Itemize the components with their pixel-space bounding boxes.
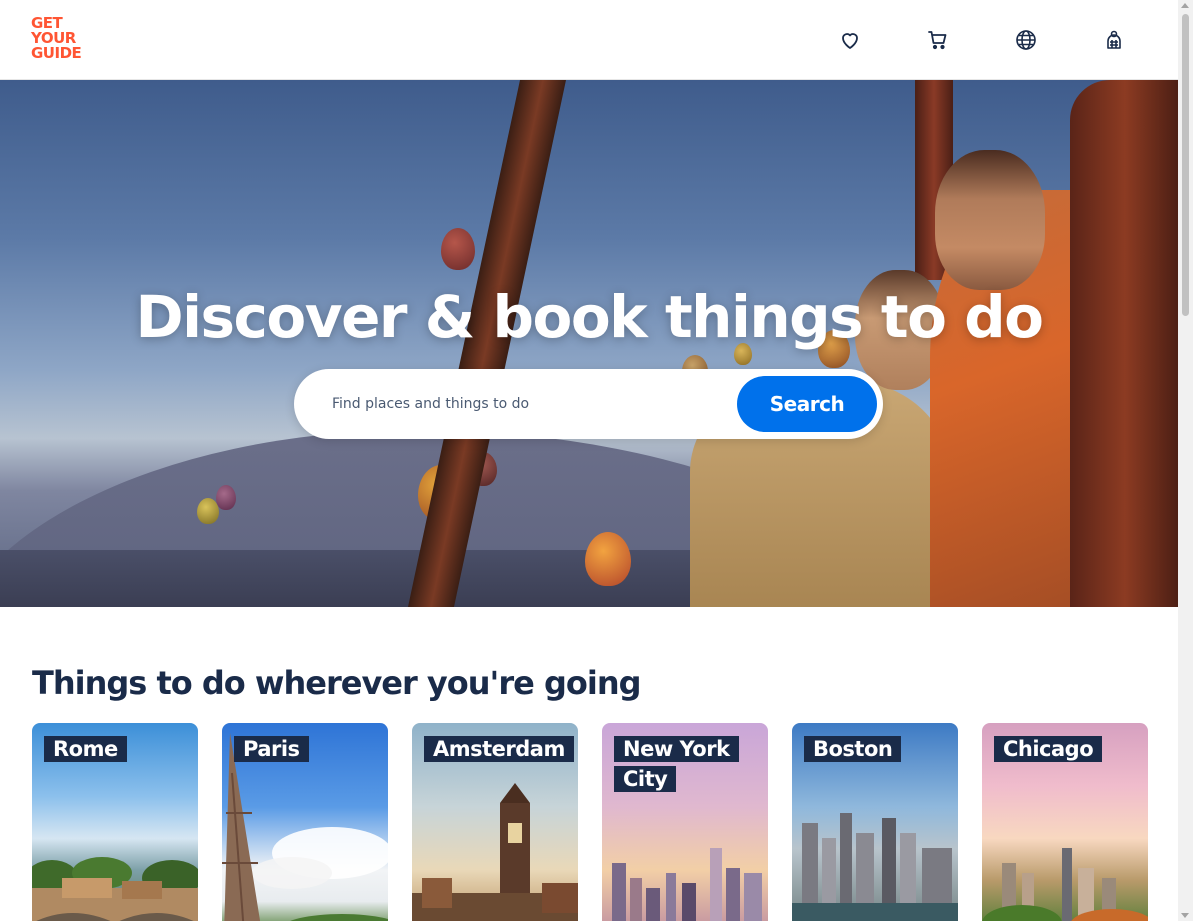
cart-icon	[928, 31, 947, 50]
language-button[interactable]	[1010, 24, 1042, 56]
amsterdam-photo	[412, 783, 578, 921]
heart-icon	[842, 33, 858, 49]
search-bar: Search	[294, 369, 883, 439]
destination-card-rome[interactable]: Rome	[32, 723, 198, 921]
destination-label: Boston	[804, 734, 902, 764]
destination-label: Amsterdam	[424, 734, 574, 764]
getyourguide-logo[interactable]: GET YOUR GUIDE	[31, 16, 91, 64]
boston-photo	[792, 813, 958, 921]
search-button[interactable]: Search	[737, 376, 877, 432]
site-header: GET YOUR GUIDE	[0, 0, 1178, 80]
destination-card-amsterdam[interactable]: Amsterdam	[412, 723, 578, 921]
destination-label: Chicago	[994, 734, 1103, 764]
destination-card-paris[interactable]: Paris	[222, 723, 388, 921]
hero-title: Discover & book things to do	[135, 283, 1044, 351]
scroll-down-arrow-icon[interactable]	[1181, 913, 1189, 918]
destination-label: Rome	[44, 734, 127, 764]
destination-card-boston[interactable]: Boston	[792, 723, 958, 921]
scrollbar-thumb[interactable]	[1182, 14, 1189, 316]
cart-button[interactable]	[922, 24, 954, 56]
new-york-city-photo	[612, 848, 762, 921]
destination-label: New York City	[614, 734, 742, 794]
globe-icon	[1016, 30, 1036, 50]
profile-button[interactable]	[1098, 24, 1130, 56]
search-input[interactable]	[332, 369, 732, 439]
wishlist-button[interactable]	[834, 24, 866, 56]
page-scrollbar[interactable]	[1178, 0, 1193, 921]
section-title: Things to do wherever you're going	[32, 664, 642, 702]
scroll-up-arrow-icon[interactable]	[1181, 3, 1189, 8]
destination-label: Paris	[234, 734, 309, 764]
hero-banner: Discover & book things to do Search	[0, 80, 1178, 607]
destination-card-chicago[interactable]: Chicago	[982, 723, 1148, 921]
destination-card-new-york-city[interactable]: New York City	[602, 723, 768, 921]
profile-icon	[1107, 30, 1121, 49]
rome-photo	[32, 857, 198, 921]
chicago-photo	[982, 848, 1148, 921]
logo-line-3: GUIDE	[31, 44, 82, 62]
